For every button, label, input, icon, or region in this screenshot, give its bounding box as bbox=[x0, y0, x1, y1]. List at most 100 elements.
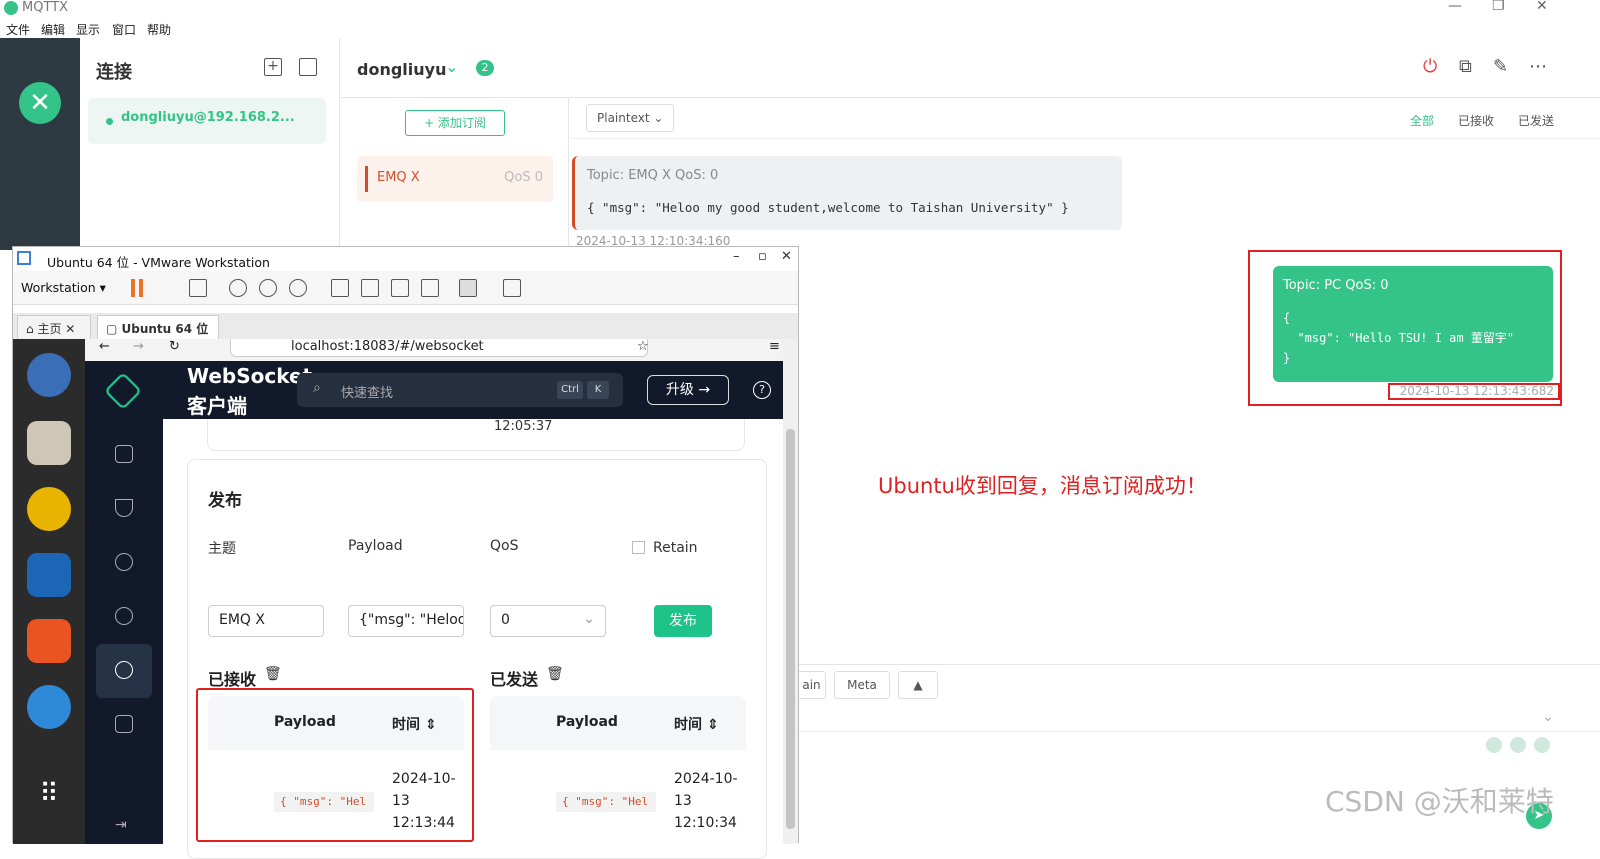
history-reset-icon[interactable] bbox=[1510, 737, 1526, 753]
apps-grid-icon[interactable]: ⠿ bbox=[27, 779, 71, 823]
full-screen-icon[interactable] bbox=[391, 279, 409, 297]
publish-card: 发布 主题 Payload QoS Retain EMQ X {"msg": "… bbox=[187, 459, 767, 859]
filter-received[interactable]: 已接收 bbox=[1458, 112, 1494, 129]
clear-sent-icon[interactable]: 🗑 bbox=[546, 666, 564, 682]
menu-edit[interactable]: 编辑 bbox=[41, 21, 65, 38]
sent-heading: 已发送 bbox=[490, 670, 539, 689]
menu-help[interactable]: 帮助 bbox=[147, 21, 171, 38]
payload-format-select[interactable]: Plaintext ⌄ bbox=[586, 104, 674, 132]
vmware-window: Ubuntu 64 位 - VMware Workstation – ▫ ✕ W… bbox=[12, 246, 799, 859]
back-icon[interactable]: ← bbox=[99, 339, 110, 354]
retain-checkbox[interactable]: Retain bbox=[632, 540, 698, 556]
menu-window[interactable]: 窗口 bbox=[112, 21, 136, 38]
menu-view[interactable]: 显示 bbox=[76, 21, 100, 38]
revert-snapshot-icon[interactable] bbox=[259, 279, 277, 297]
filter-all[interactable]: 全部 bbox=[1410, 112, 1434, 129]
url-field[interactable]: localhost:18083/#/websocket bbox=[230, 339, 648, 357]
stretch-icon[interactable] bbox=[503, 279, 521, 297]
browser-menu-icon[interactable]: ≡ bbox=[769, 339, 780, 354]
help-icon[interactable] bbox=[27, 685, 71, 729]
snapshot-icon[interactable] bbox=[229, 279, 247, 297]
new-connection-icon[interactable]: + bbox=[264, 58, 282, 76]
thunderbird-icon[interactable] bbox=[27, 353, 71, 397]
emqx-header: WebSocket 客户端 ⌕ 快速查找 Ctrl K 升级 → ? bbox=[163, 361, 783, 419]
payload-cell: { "msg": "Hel bbox=[556, 792, 656, 812]
help-icon[interactable]: ? bbox=[753, 381, 771, 399]
access-control-icon[interactable] bbox=[115, 499, 133, 517]
thumbnail-icon[interactable] bbox=[361, 279, 379, 297]
more-icon[interactable]: ⋯ bbox=[1529, 56, 1547, 77]
clear-received-icon[interactable]: 🗑 bbox=[264, 666, 282, 682]
format-plain-button[interactable]: ain bbox=[798, 671, 826, 699]
history-back-icon[interactable] bbox=[1486, 737, 1502, 753]
layers-icon[interactable] bbox=[115, 715, 133, 733]
publish-button[interactable]: 发布 bbox=[654, 605, 712, 637]
menubar: 文件 编辑 显示 窗口 帮助 bbox=[0, 18, 1600, 38]
reload-icon[interactable]: ↻ bbox=[169, 339, 180, 354]
message-payload: { "msg": "Hello TSU! I am 董留宇" } bbox=[1283, 311, 1515, 365]
shortcut-key-k: K bbox=[587, 381, 609, 399]
dashboard-icon[interactable] bbox=[115, 445, 133, 463]
page-title-line2: 客户端 bbox=[187, 394, 247, 418]
connection-header: dongliuyu ⌄ 2 ⏻ ⧉ ✎ ⋯ bbox=[341, 38, 1600, 98]
tab-home[interactable]: ⌂ 主页 ✕ bbox=[17, 315, 91, 339]
rhythmbox-icon[interactable] bbox=[27, 487, 71, 531]
upgrade-button[interactable]: 升级 → bbox=[647, 375, 729, 405]
col-time[interactable]: 时间 ⇕ bbox=[674, 714, 719, 734]
add-subscription-button[interactable]: + 添加订阅 bbox=[405, 110, 505, 136]
bookmark-star-icon[interactable]: ☆ bbox=[637, 339, 649, 354]
new-window-icon[interactable]: ⧉ bbox=[1459, 56, 1472, 77]
console-icon[interactable] bbox=[459, 279, 477, 297]
payload-label: Payload bbox=[348, 538, 403, 554]
url-text: localhost:18083/#/websocket bbox=[291, 339, 484, 354]
collapse-icon[interactable]: ⇥ bbox=[115, 817, 127, 833]
pause-icon[interactable] bbox=[131, 279, 143, 297]
restore-icon[interactable]: ❐ bbox=[1492, 0, 1505, 14]
scrollbar-thumb[interactable] bbox=[786, 429, 795, 829]
payload-format-value: Plaintext bbox=[597, 111, 650, 125]
chevron-down-icon[interactable]: ⌄ bbox=[445, 57, 458, 76]
integration-icon[interactable] bbox=[115, 553, 133, 571]
history-forward-icon[interactable] bbox=[1534, 737, 1550, 753]
edit-icon[interactable]: ✎ bbox=[1493, 56, 1508, 77]
forward-icon[interactable]: → bbox=[133, 339, 144, 354]
received-message: Topic: EMQ X QoS: 0 { "msg": "Heloo my g… bbox=[572, 156, 1122, 230]
chevron-down-icon[interactable]: ⌄ bbox=[1542, 709, 1554, 725]
snapshot-manager-icon[interactable] bbox=[289, 279, 307, 297]
status-badge: 2 bbox=[476, 60, 494, 76]
publish-heading: 发布 bbox=[208, 491, 242, 511]
close-icon[interactable]: ✕ bbox=[1536, 0, 1548, 14]
subscription-item[interactable]: EMQ X QoS 0 bbox=[357, 156, 553, 202]
workstation-menu[interactable]: Workstation ▾ bbox=[21, 280, 106, 295]
emqx-content: 12:05:37 发布 主题 Payload QoS Retain EMQ X … bbox=[163, 419, 783, 859]
toggle-panel-icon[interactable] bbox=[299, 58, 317, 76]
minimize-icon[interactable]: — bbox=[1448, 0, 1462, 14]
software-icon[interactable] bbox=[27, 619, 71, 663]
unity-icon[interactable] bbox=[421, 279, 439, 297]
window-titlebar: MQTTX — ❐ ✕ bbox=[0, 0, 1600, 18]
page-title-line1: WebSocket bbox=[187, 364, 313, 388]
mqttx-logo-icon[interactable]: ✕ bbox=[19, 82, 61, 124]
vm-scrollbar[interactable] bbox=[783, 339, 798, 844]
maximize-icon[interactable]: ▫ bbox=[758, 249, 767, 264]
tab-ubuntu[interactable]: ▢ Ubuntu 64 位 ✕ bbox=[97, 315, 219, 351]
status-dot-icon bbox=[106, 118, 113, 125]
filter-sent[interactable]: 已发送 bbox=[1518, 112, 1554, 129]
send-ctrl-alt-del-icon[interactable] bbox=[189, 279, 207, 297]
menu-file[interactable]: 文件 bbox=[6, 21, 30, 38]
library-icon[interactable] bbox=[331, 279, 349, 297]
connection-item[interactable]: dongliuyu@192.168.2... bbox=[88, 98, 326, 144]
minimize-icon[interactable]: – bbox=[733, 249, 740, 264]
payload-field[interactable]: {"msg": "Heloo bbox=[348, 605, 464, 637]
files-icon[interactable] bbox=[27, 421, 71, 465]
retain-label: Retain bbox=[653, 540, 698, 556]
topic-field[interactable]: EMQ X bbox=[208, 605, 324, 637]
meta-button[interactable]: Meta bbox=[834, 671, 890, 699]
expand-button[interactable]: ▲ bbox=[898, 671, 938, 699]
disconnect-icon[interactable]: ⏻ bbox=[1423, 56, 1437, 77]
search-input[interactable]: ⌕ 快速查找 Ctrl K bbox=[297, 373, 623, 407]
qos-select[interactable]: 0 ⌄ bbox=[490, 605, 606, 637]
close-icon[interactable]: ✕ bbox=[781, 249, 792, 264]
management-icon[interactable] bbox=[115, 607, 133, 625]
writer-icon[interactable] bbox=[27, 553, 71, 597]
